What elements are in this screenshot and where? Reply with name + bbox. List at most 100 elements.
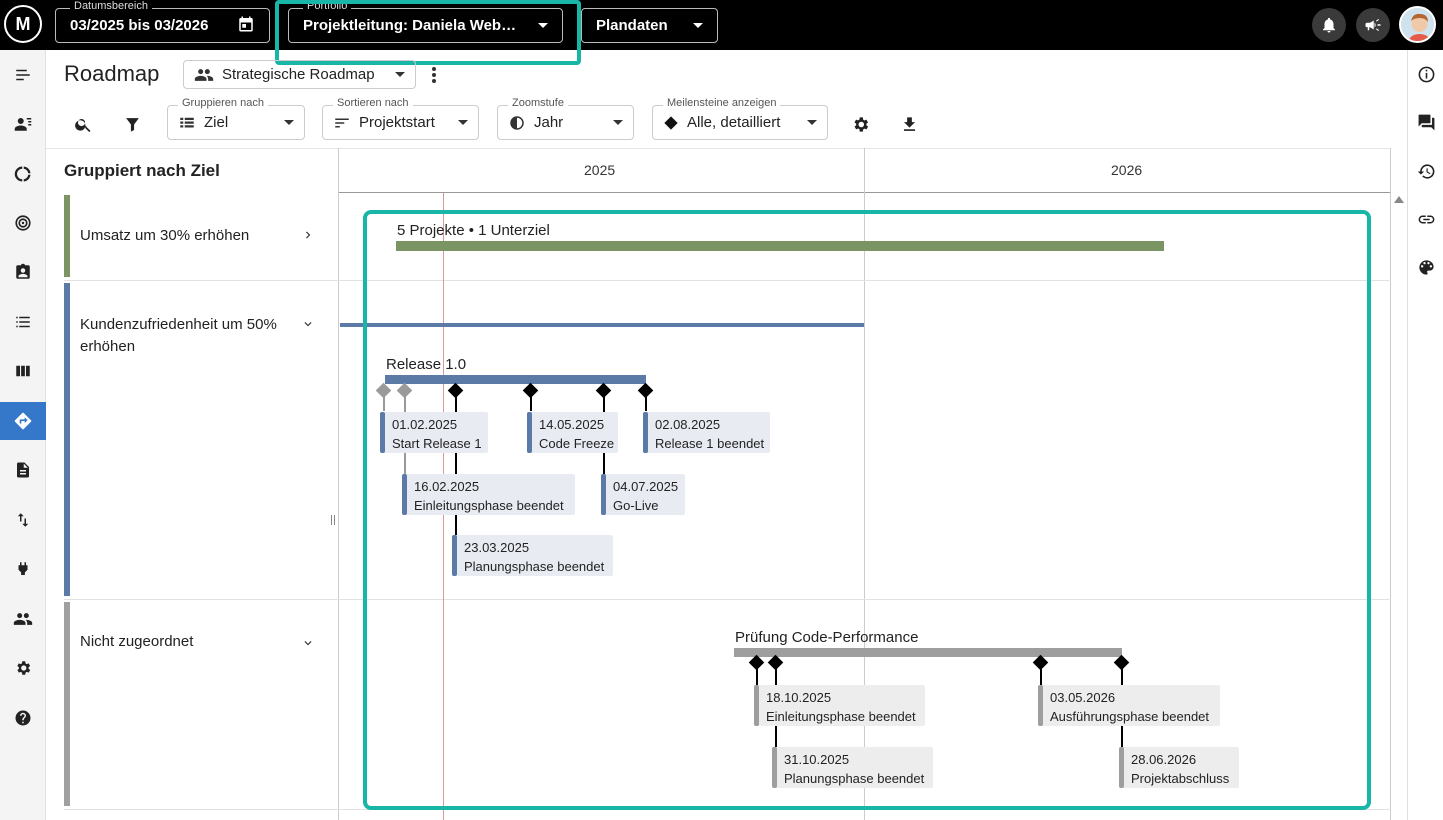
year-label-2026: 2026 bbox=[1111, 162, 1143, 178]
milestones-value: Alle, detailliert bbox=[687, 114, 781, 131]
nav-settings[interactable] bbox=[0, 649, 46, 687]
group-row-unassigned[interactable]: Nicht zugeordnet bbox=[64, 602, 319, 806]
filter-button[interactable] bbox=[118, 110, 146, 138]
row-divider bbox=[64, 599, 1391, 600]
chat-icon bbox=[1418, 114, 1434, 130]
chevron-down-icon[interactable] bbox=[301, 317, 315, 331]
nav-list[interactable] bbox=[0, 303, 46, 341]
group-color-bar bbox=[64, 283, 70, 596]
milestone-name: Ausführungsphase beendet bbox=[1050, 709, 1210, 724]
milestone-card[interactable]: 18.10.2025 Einleitungsphase beendet bbox=[754, 685, 925, 726]
sort-by-label: Sortieren nach bbox=[333, 97, 413, 109]
zoom-select[interactable]: Zoomstufe Jahr bbox=[497, 97, 634, 140]
grid-top-border bbox=[46, 148, 1391, 149]
notifications-button[interactable] bbox=[1312, 8, 1346, 42]
milestone-card[interactable]: 31.10.2025 Planungsphase beendet bbox=[772, 747, 933, 788]
milestone-diamond[interactable] bbox=[447, 382, 464, 399]
theme-button[interactable] bbox=[1408, 252, 1443, 282]
milestone-card[interactable]: 28.06.2026 Projektabschluss bbox=[1119, 747, 1239, 788]
milestone-name: Einleitungsphase beendet bbox=[414, 498, 564, 513]
row-divider bbox=[64, 809, 1391, 810]
portfolio-select[interactable]: Portfolio Projektleitung: Daniela Web… bbox=[288, 0, 563, 43]
nav-roadmap[interactable] bbox=[0, 402, 46, 440]
milestone-diamond[interactable] bbox=[396, 382, 413, 399]
milestone-card[interactable]: 23.03.2025 Planungsphase beendet bbox=[452, 535, 613, 576]
group-icon bbox=[13, 613, 33, 625]
milestone-name: Einleitungsphase beendet bbox=[766, 709, 916, 724]
nav-board[interactable] bbox=[0, 352, 46, 390]
nav-users[interactable] bbox=[0, 600, 46, 638]
nav-integrations[interactable] bbox=[0, 550, 46, 588]
link-icon bbox=[1418, 215, 1434, 223]
milestone-card[interactable]: 03.05.2026 Ausführungsphase beendet bbox=[1038, 685, 1220, 726]
more-options-button[interactable] bbox=[428, 64, 440, 86]
date-range-value: 03/2025 bis 03/2026 bbox=[70, 17, 209, 34]
zoom-value: Jahr bbox=[534, 114, 564, 131]
settings-button[interactable] bbox=[846, 110, 874, 138]
chevron-right-icon[interactable] bbox=[301, 228, 315, 242]
milestone-diamond[interactable] bbox=[1032, 654, 1049, 671]
group-icon bbox=[194, 68, 214, 81]
nav-cycle[interactable] bbox=[0, 155, 46, 193]
milestone-diamond[interactable] bbox=[767, 654, 784, 671]
nav-help[interactable] bbox=[0, 699, 46, 737]
milestone-card[interactable]: 04.07.2025 Go-Live bbox=[601, 474, 685, 515]
release-bar-label: Release 1.0 bbox=[386, 356, 467, 373]
search-button[interactable] bbox=[69, 110, 97, 138]
nav-documents[interactable] bbox=[0, 451, 46, 489]
milestone-date: 18.10.2025 bbox=[766, 690, 832, 705]
nav-goals[interactable] bbox=[0, 204, 46, 242]
roadmap-select[interactable]: Strategische Roadmap bbox=[183, 60, 416, 89]
nav-people[interactable] bbox=[0, 105, 46, 143]
history-button[interactable] bbox=[1408, 156, 1443, 186]
milestone-diamond[interactable] bbox=[748, 654, 765, 671]
date-range-field[interactable]: Datumsbereich 03/2025 bis 03/2026 bbox=[55, 0, 270, 43]
goal-span-bar[interactable] bbox=[340, 323, 864, 327]
milestone-card[interactable]: 16.02.2025 Einleitungsphase beendet bbox=[402, 474, 575, 515]
announcements-button[interactable] bbox=[1356, 8, 1390, 42]
clipboard-person-icon bbox=[16, 263, 30, 279]
milestone-diamond[interactable] bbox=[637, 382, 654, 399]
chevron-down-icon[interactable] bbox=[301, 636, 315, 650]
sort-by-select[interactable]: Sortieren nach Projektstart bbox=[322, 97, 479, 140]
milestone-date: 28.06.2026 bbox=[1131, 752, 1197, 767]
right-panel-bar bbox=[1407, 50, 1443, 820]
chevron-down-icon bbox=[613, 120, 623, 125]
data-source-select[interactable]: Plandaten bbox=[581, 8, 718, 43]
half-circle-icon bbox=[510, 115, 524, 130]
comments-button[interactable] bbox=[1408, 107, 1443, 137]
group-row-revenue[interactable]: Umsatz um 30% erhöhen bbox=[64, 195, 319, 277]
milestone-date: 02.08.2025 bbox=[655, 417, 721, 432]
milestones-select[interactable]: Meilensteine anzeigen Alle, detailliert bbox=[652, 97, 828, 140]
milestone-card[interactable]: 01.02.2025 Start Release 1 bbox=[380, 412, 488, 453]
megaphone-icon bbox=[1365, 19, 1381, 31]
user-avatar[interactable] bbox=[1399, 6, 1436, 43]
milestone-diamond[interactable] bbox=[522, 382, 539, 399]
milestone-diamond[interactable] bbox=[375, 382, 392, 399]
info-button[interactable] bbox=[1408, 59, 1443, 89]
nav-import-export[interactable] bbox=[0, 501, 46, 539]
sort-by-value: Projektstart bbox=[359, 114, 435, 131]
link-button[interactable] bbox=[1408, 204, 1443, 234]
palette-icon bbox=[1418, 259, 1434, 275]
nav-menu[interactable] bbox=[0, 56, 46, 94]
download-button[interactable] bbox=[895, 110, 923, 138]
year-label-2025: 2025 bbox=[584, 162, 616, 178]
column-resize-handle[interactable] bbox=[331, 515, 335, 525]
milestone-diamond[interactable] bbox=[1113, 654, 1130, 671]
app-logo[interactable]: M bbox=[4, 5, 42, 43]
perf-bar[interactable] bbox=[734, 648, 1122, 657]
group-row-satisfaction[interactable]: Kundenzufriedenheit um 50% erhöhen bbox=[64, 283, 319, 596]
history-icon bbox=[1417, 163, 1434, 179]
group-by-select[interactable]: Gruppieren nach Ziel bbox=[167, 97, 305, 140]
group-by-value: Ziel bbox=[204, 114, 229, 131]
milestone-diamond[interactable] bbox=[595, 382, 612, 399]
milestone-card[interactable]: 14.05.2025 Code Freeze bbox=[527, 412, 618, 453]
release-bar[interactable] bbox=[385, 375, 646, 384]
summary-bar[interactable] bbox=[396, 241, 1164, 251]
milestone-card[interactable]: 02.08.2025 Release 1 beendet bbox=[643, 412, 770, 453]
nav-assignments[interactable] bbox=[0, 253, 46, 291]
info-icon bbox=[1418, 66, 1434, 82]
scroll-up-arrow[interactable] bbox=[1394, 196, 1404, 203]
chevron-down-icon bbox=[395, 72, 405, 77]
